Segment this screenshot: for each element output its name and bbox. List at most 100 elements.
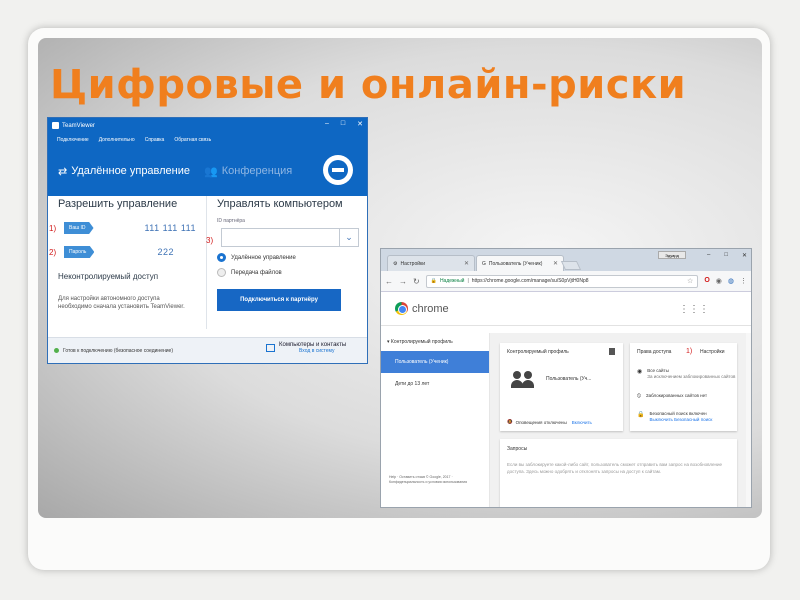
url-text: https://chrome.google.com/manage/su/S0pV… xyxy=(471,278,589,284)
partner-id-label: ID партнёра xyxy=(217,218,245,224)
chrome-window-controls: – □ ✕ xyxy=(707,252,747,259)
chevron-down-icon[interactable]: ⌄ xyxy=(339,229,358,246)
connect-to-partner-button[interactable]: Подключиться к партнёру xyxy=(217,289,341,311)
control-computer-panel: Управлять компьютером ID партнёра 3) ⌄ У… xyxy=(206,196,367,329)
block-icon: ⦸ xyxy=(637,393,641,399)
perm-safe-search: 🔒 Безопасный поиск включен Выключить Безо… xyxy=(637,411,713,423)
access-settings-link[interactable]: Настройки xyxy=(700,349,725,355)
access-card-title: Права доступа xyxy=(637,349,672,355)
extension-icons: O ◉ ◍ ⋮ xyxy=(704,277,747,285)
signin-link[interactable]: Вход в систему xyxy=(299,348,346,354)
address-bar[interactable]: 🔒 Надежный | https://chrome.google.com/m… xyxy=(425,274,699,288)
password-row: 2) Пароль 222 xyxy=(49,246,196,258)
secure-label: Надежный xyxy=(439,278,465,284)
tv-titlebar: TeamViewer – □ ✕ xyxy=(48,118,367,133)
trash-icon[interactable] xyxy=(609,348,615,355)
slide-title: Цифровые и онлайн-риски xyxy=(50,62,687,108)
computers-contacts-button[interactable]: Компьютеры и контакты Вход в систему » xyxy=(266,342,346,354)
status-ok-icon xyxy=(54,348,59,353)
chrome-logo-icon xyxy=(395,302,408,315)
enable-notifications-link[interactable]: Включить xyxy=(572,420,592,425)
annotation-2: 2) xyxy=(49,247,57,257)
lock-icon: 🔒 xyxy=(637,412,645,418)
allow-control-heading: Разрешить управление xyxy=(58,198,178,210)
minimize-icon[interactable]: – xyxy=(707,252,710,259)
perm-blocked-sites: ⦸ Заблокированных сайтов нет xyxy=(637,393,708,399)
sidebar-heading: ▾ Контролируемый профиль xyxy=(387,339,453,345)
chrome-window: ⚙ Настройки ✕ G Пользователь (Ученик) ✕ … xyxy=(380,248,752,508)
notifications-label: Оповещения отключены xyxy=(515,419,567,425)
sidebar-item-user[interactable]: Пользователь (Ученик) xyxy=(381,351,489,373)
your-id-value: 111 111 111 xyxy=(144,223,196,233)
teamviewer-logo-icon xyxy=(52,122,59,129)
radio-file-transfer[interactable]: Передача файлов xyxy=(217,268,359,277)
radio-selected-icon xyxy=(217,253,226,262)
menu-connection[interactable]: Подключение xyxy=(57,137,89,143)
menu-help[interactable]: Справка xyxy=(145,137,165,143)
maximize-icon[interactable]: □ xyxy=(341,120,345,128)
tab-close-icon[interactable]: ✕ xyxy=(553,260,558,267)
tab-meeting[interactable]: 👥 Конференция xyxy=(204,165,292,178)
perm-all-sites: ◉ Все сайты За исключением заблокированны… xyxy=(637,368,736,379)
chrome-page-header: chrome ⋮⋮⋮ xyxy=(381,292,751,326)
unattended-text: Для настройки автономного доступа необхо… xyxy=(58,296,185,310)
contacts-icon xyxy=(266,344,275,352)
separator: | xyxy=(467,278,469,284)
minimize-icon[interactable]: – xyxy=(325,120,329,128)
new-tab-button[interactable] xyxy=(560,261,582,270)
tv-window-title: TeamViewer xyxy=(62,122,95,129)
chrome-toolbar: ← → ↻ 🔒 Надежный | https://chrome.google… xyxy=(381,271,751,292)
tv-menubar: Подключение Дополнительно Справка Обратн… xyxy=(48,133,367,146)
your-id-tag: Ваш ID xyxy=(64,222,94,234)
radio-remote-label: Удалённое управление xyxy=(231,254,296,261)
radio-unselected-icon xyxy=(217,268,226,277)
teamviewer-brand-icon xyxy=(323,155,353,185)
opera-extension-icon[interactable]: O xyxy=(704,277,709,285)
reload-icon[interactable]: ↻ xyxy=(413,277,420,286)
chrome-tabstrip: ⚙ Настройки ✕ G Пользователь (Ученик) ✕ … xyxy=(381,249,751,271)
unattended-heading: Неконтролируемый доступ xyxy=(58,272,159,281)
extension-icon[interactable]: ◉ xyxy=(716,277,722,285)
tv-tabs: ⇄ Удалённое управление 👥 Конференция xyxy=(48,146,367,196)
apps-grid-icon[interactable]: ⋮⋮⋮ xyxy=(679,304,709,315)
menu-dots-icon[interactable]: ⋮ xyxy=(740,277,747,285)
tab-meeting-label: Конференция xyxy=(221,165,293,177)
scrollbar[interactable] xyxy=(746,333,751,507)
status-text: Готов к подключению (безопасное соединен… xyxy=(63,347,173,354)
maximize-icon[interactable]: □ xyxy=(724,252,728,259)
tab-user-profile[interactable]: G Пользователь (Ученик) ✕ xyxy=(476,255,564,271)
annotation-1-chrome: 1) xyxy=(686,348,693,355)
tab-remote-label: Удалённое управление xyxy=(71,165,191,177)
chrome-main: Контролируемый профиль Пользователь (Уч.… xyxy=(490,333,751,507)
sidebar-footer: Help · Оставить отзыв © Google, 2017 · К… xyxy=(389,475,467,484)
back-icon[interactable]: ← xyxy=(385,277,393,286)
requests-text: Если вы заблокируете какой-либо сайт, по… xyxy=(507,462,723,474)
sidebar-item-kids[interactable]: Дети до 13 лет xyxy=(381,373,489,395)
globe-extension-icon[interactable]: ◍ xyxy=(728,277,734,285)
profile-card: Контролируемый профиль Пользователь (Уч.… xyxy=(500,343,623,431)
partner-id-input[interactable]: ⌄ xyxy=(221,228,359,247)
radio-remote-control[interactable]: Удалённое управление xyxy=(217,253,359,262)
tab-settings-label: Настройки xyxy=(400,260,426,267)
tab-settings[interactable]: ⚙ Настройки ✕ xyxy=(387,255,475,271)
forward-icon[interactable]: → xyxy=(399,277,407,286)
password-tag: Пароль xyxy=(64,246,95,258)
control-computer-heading: Управлять компьютером xyxy=(217,198,343,210)
close-icon[interactable]: ✕ xyxy=(357,120,363,128)
arrows-icon: ⇄ xyxy=(58,165,68,178)
tab-close-icon[interactable]: ✕ xyxy=(464,260,469,267)
requests-title: Запросы xyxy=(507,446,528,452)
menu-extras[interactable]: Дополнительно xyxy=(99,137,135,143)
menu-feedback[interactable]: Обратная связь xyxy=(174,137,211,143)
lock-icon: 🔒 xyxy=(430,278,437,284)
star-icon[interactable]: ☆ xyxy=(687,277,693,285)
eye-icon: ◉ xyxy=(637,369,643,375)
radio-files-label: Передача файлов xyxy=(231,269,282,276)
profile-user-button[interactable]: Эдуард xyxy=(658,251,686,259)
people-icon: 👥 xyxy=(204,165,218,178)
password-value: 222 xyxy=(157,247,174,257)
google-icon: G xyxy=(482,260,486,267)
tab-remote-control[interactable]: ⇄ Удалённое управление xyxy=(58,165,190,178)
close-icon[interactable]: ✕ xyxy=(742,252,747,259)
disable-safe-search-link[interactable]: Выключить Безопасный поиск xyxy=(649,417,712,423)
